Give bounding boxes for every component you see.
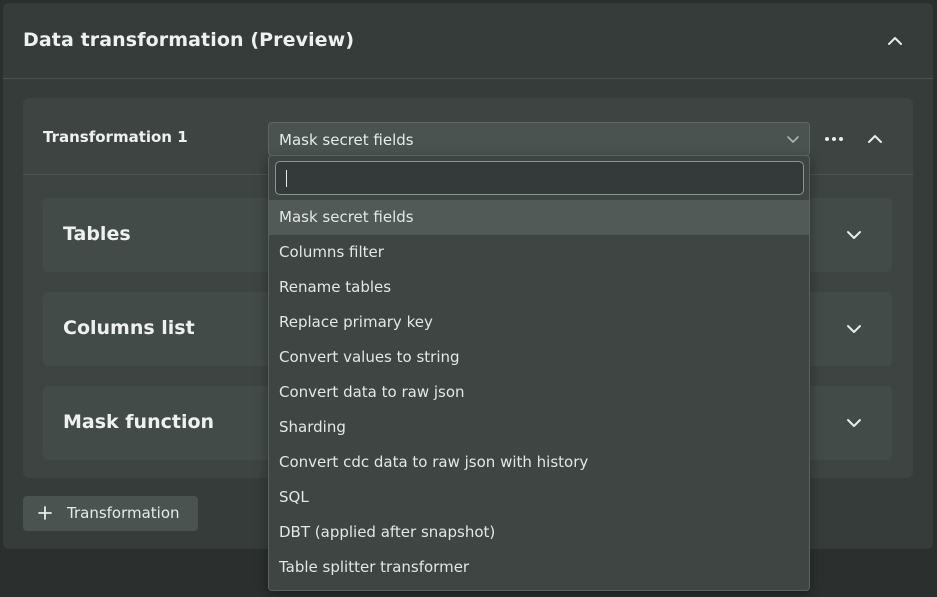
- transformation-type-dropdown: Mask secret fields Columns filter Rename t…: [268, 155, 810, 591]
- panel-header: Data transformation (Preview): [3, 3, 933, 79]
- dropdown-option[interactable]: Table splitter transformer: [269, 550, 809, 585]
- dropdown-search[interactable]: [275, 161, 804, 195]
- text-cursor: [286, 170, 287, 187]
- transformation-type-select[interactable]: Mask secret fields: [268, 122, 810, 156]
- dropdown-option[interactable]: Mask secret fields: [269, 200, 809, 235]
- section-title: Columns list: [63, 317, 195, 339]
- dropdown-search-input[interactable]: [284, 167, 788, 191]
- transformation-title: Transformation 1: [43, 128, 188, 146]
- dropdown-option[interactable]: Replace primary key: [269, 305, 809, 340]
- select-value: Mask secret fields: [279, 131, 414, 149]
- dropdown-option[interactable]: Rename tables: [269, 270, 809, 305]
- dropdown-option[interactable]: Convert values to string: [269, 340, 809, 375]
- more-horizontal-icon[interactable]: [824, 129, 844, 149]
- dropdown-option[interactable]: Convert data to raw json: [269, 375, 809, 410]
- chevron-down-icon: [785, 131, 801, 151]
- dropdown-option[interactable]: DBT (applied after snapshot): [269, 515, 809, 550]
- panel-title: Data transformation (Preview): [23, 29, 355, 51]
- chevron-down-icon[interactable]: [844, 319, 864, 339]
- add-transformation-label: Transformation: [67, 504, 180, 522]
- dropdown-option[interactable]: Sharding: [269, 410, 809, 445]
- dropdown-options-list: Mask secret fields Columns filter Rename t…: [269, 200, 809, 585]
- chevron-down-icon[interactable]: [844, 225, 864, 245]
- section-title: Tables: [63, 223, 131, 245]
- chevron-up-icon[interactable]: [885, 31, 905, 51]
- chevron-up-icon[interactable]: [865, 129, 885, 149]
- dropdown-option[interactable]: SQL: [269, 480, 809, 515]
- dropdown-option[interactable]: Columns filter: [269, 235, 809, 270]
- chevron-down-icon[interactable]: [844, 413, 864, 433]
- dropdown-option[interactable]: Convert cdc data to raw json with histor…: [269, 445, 809, 480]
- section-title: Mask function: [63, 411, 215, 433]
- add-transformation-button[interactable]: Transformation: [23, 496, 198, 531]
- plus-icon: [37, 505, 53, 525]
